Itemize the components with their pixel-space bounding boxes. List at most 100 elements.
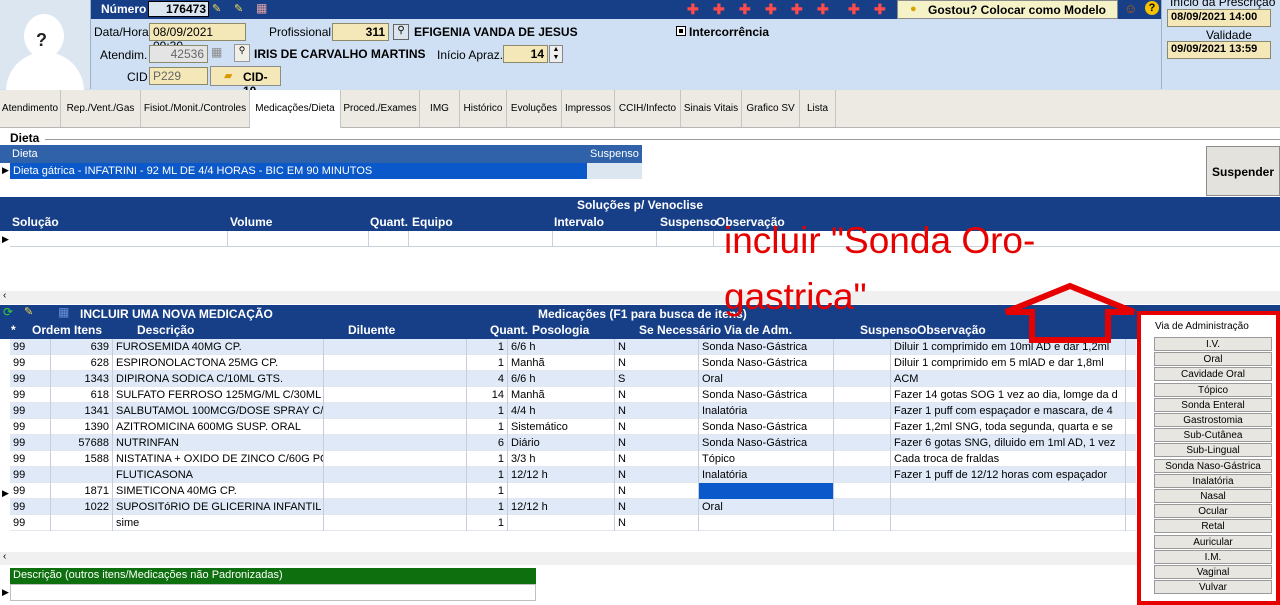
cell-quant[interactable]: 14 [467,387,508,403]
cell-ordem[interactable]: 99 [10,419,51,435]
cell-descricao[interactable]: sime [113,515,324,531]
cell-diluente[interactable] [324,419,467,435]
cell-se_nec[interactable]: N [615,435,699,451]
spinner-icon[interactable]: ▲ ▼ [549,45,563,63]
help-icon[interactable]: ? [1145,1,1159,15]
cell-descricao[interactable]: AZITROMICINA 600MG SUSP. ORAL [113,419,324,435]
gostou-button[interactable]: ● Gostou? Colocar como Modelo [897,0,1118,19]
cell-obs[interactable]: Fazer 6 gotas SNG, diluido em 1ml AD, 1 … [891,435,1126,451]
cell-ordem[interactable]: 99 [10,387,51,403]
cell-se_nec[interactable]: N [615,355,699,371]
cell-via[interactable]: Sonda Naso-Gástrica [699,435,834,451]
cell-obs[interactable]: Fazer 14 gotas SOG 1 vez ao dia, lomge d… [891,387,1126,403]
table-row[interactable]: 99 1390 AZITROMICINA 600MG SUSP. ORAL 1 Sist… [10,419,1136,435]
via-option[interactable]: Sub-Lingual [1154,443,1272,458]
cell-obs[interactable] [891,483,1126,499]
cell-ordem[interactable]: 99 [10,339,51,355]
cell-diluente[interactable] [324,387,467,403]
cell-suspenso[interactable] [834,419,891,435]
refresh-icon[interactable]: ⟳ [3,305,13,319]
via-option[interactable]: Sub-Cutânea [1154,428,1272,443]
cell-posologia[interactable] [508,483,615,499]
suspender-button[interactable]: Suspender [1206,146,1280,196]
cell-itens[interactable]: 1871 [51,483,113,499]
cell-posologia[interactable]: 4/4 h [508,403,615,419]
search-icon[interactable]: ✎ [212,2,221,15]
cell-ordem[interactable]: 99 [10,435,51,451]
plus-icon[interactable]: ✚ [739,1,751,18]
tab-atendimento[interactable]: Atendimento [0,90,61,127]
cell-suspenso[interactable] [834,339,891,355]
incluir-medicacao-button[interactable]: INCLUIR UMA NOVA MEDICAÇÃO [80,307,273,321]
cell-quant[interactable]: 4 [467,371,508,387]
cell-se_nec[interactable]: N [615,403,699,419]
cell-posologia[interactable]: 12/12 h [508,467,615,483]
cell-obs[interactable] [891,515,1126,531]
cell-via[interactable]: Sonda Naso-Gástrica [699,355,834,371]
via-option[interactable]: Tópico [1154,382,1272,397]
tab-historico[interactable]: Histórico [460,90,507,127]
via-option[interactable]: Gastrostomia [1154,413,1272,427]
cell-descricao[interactable]: DIPIRONA SODICA C/10ML GTS. [113,371,324,387]
cell-posologia[interactable]: 6/6 h [508,371,615,387]
cell-quant[interactable]: 6 [467,435,508,451]
cell-quant[interactable]: 1 [467,403,508,419]
cell-se_nec[interactable]: N [615,387,699,403]
cell-suspenso[interactable] [834,483,891,499]
tab-impressos[interactable]: Impressos [562,90,615,127]
cell-se_nec[interactable]: N [615,339,699,355]
cid10-button[interactable]: ▰ CID-10 [210,66,281,98]
cell-quant[interactable]: 1 [467,339,508,355]
cell-se_nec[interactable]: N [615,467,699,483]
tab-ccih-infecto[interactable]: CCIH/Infecto [615,90,681,127]
cell-obs[interactable]: Fazer 1 puff de 12/12 horas com espaçado… [891,467,1126,483]
cell-obs[interactable]: Fazer 1,2ml SNG, toda segunda, quarta e … [891,419,1126,435]
cell-posologia[interactable]: 3/3 h [508,451,615,467]
table-row[interactable]: 99 1022 SUPOSITóRIO DE GLICERINA INFANTIL 1… [10,499,1136,515]
cell-posologia[interactable] [508,515,615,531]
cell-suspenso[interactable] [834,355,891,371]
medicacoes-scrollbar[interactable]: ‹ [0,551,1137,565]
cell-via[interactable]: Inalatória [699,467,834,483]
via-option[interactable]: Ocular [1154,504,1272,519]
cell-quant[interactable]: 1 [467,419,508,435]
cell-via[interactable]: Tópico [699,451,834,467]
cell-diluente[interactable] [324,451,467,467]
cell-diluente[interactable] [324,483,467,499]
cell-suspenso[interactable] [834,403,891,419]
table-row[interactable]: 99 sime 1 N [10,515,1136,531]
cell-quant[interactable]: 1 [467,467,508,483]
dieta-row-suspenso[interactable] [587,163,642,179]
via-option[interactable]: I.V. [1154,337,1272,351]
cell-quant[interactable]: 1 [467,483,508,499]
cell-diluente[interactable] [324,467,467,483]
plus-icon[interactable]: ✚ [765,1,777,18]
cell-itens[interactable] [51,515,113,531]
cell-quant[interactable]: 1 [467,451,508,467]
cell-via[interactable]: Inalatória [699,403,834,419]
cell-descricao[interactable]: SUPOSITóRIO DE GLICERINA INFANTIL [113,499,324,515]
cell-diluente[interactable] [324,355,467,371]
cell-suspenso[interactable] [834,499,891,515]
cell-obs[interactable]: Fazer 1 puff com espaçador e mascara, de… [891,403,1126,419]
cell-ordem[interactable]: 99 [10,355,51,371]
cell-via[interactable]: Sonda Naso-Gástrica [699,339,834,355]
numero-field[interactable]: 176473 [148,1,209,17]
cell-ordem[interactable]: 99 [10,499,51,515]
via-option[interactable]: Auricular [1154,534,1272,549]
cell-descricao[interactable]: NUTRINFAN [113,435,324,451]
calendar-icon[interactable]: ▦ [211,45,222,59]
cell-itens[interactable]: 1588 [51,451,113,467]
cell-suspenso[interactable] [834,451,891,467]
cell-posologia[interactable]: Diário [508,435,615,451]
inicio-aprazo-field[interactable]: 14 [503,45,548,63]
tab-lista[interactable]: Lista [800,90,836,127]
validade-field[interactable]: 09/09/2021 13:59 [1167,41,1271,59]
cell-se_nec[interactable]: N [615,451,699,467]
via-option[interactable]: Vulvar [1154,580,1272,595]
profissional-code-field[interactable]: 311 [332,23,389,41]
cell-via[interactable]: Sonda Naso-Gástrica [699,387,834,403]
cell-descricao[interactable]: SALBUTAMOL 100MCG/DOSE SPRAY C/1 [113,403,324,419]
tab-grafico-sv[interactable]: Grafico SV [742,90,800,127]
cell-posologia[interactable]: Manhã [508,355,615,371]
